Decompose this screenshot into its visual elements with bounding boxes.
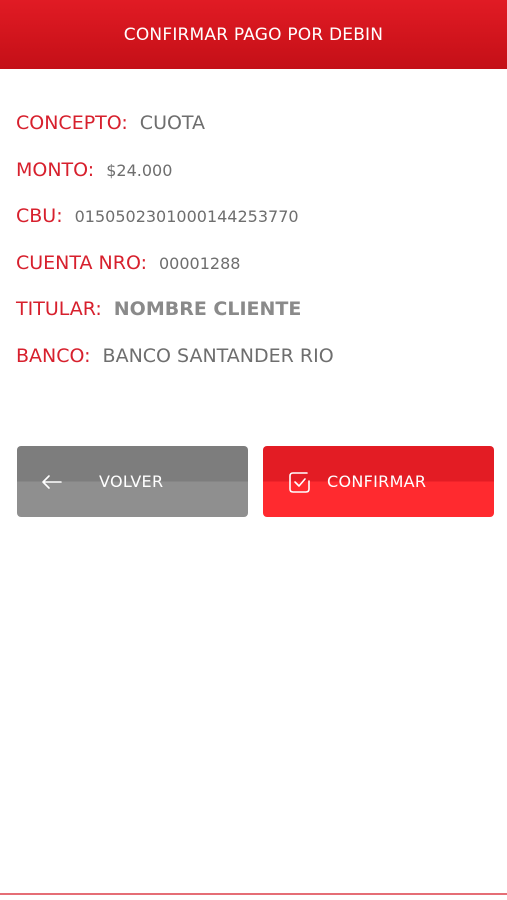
cbu-value: 0150502301000144253770 <box>74 207 299 226</box>
detail-row-concepto: CONCEPTO: CUOTA <box>16 112 496 159</box>
confirm-button-label: CONFIRMAR <box>327 472 427 491</box>
detail-row-titular: TITULAR: NOMBRE CLIENTE <box>16 298 496 345</box>
cuenta-label: CUENTA NRO: <box>16 251 147 274</box>
cbu-label: CBU: <box>16 205 63 227</box>
cuenta-value: 00001288 <box>159 253 241 273</box>
bottom-divider <box>0 893 507 895</box>
page-title: CONFIRMAR PAGO POR DEBIN <box>123 24 384 45</box>
arrow-left-icon <box>35 474 69 490</box>
banco-value: BANCO SANTANDER RIO <box>102 344 334 367</box>
monto-label: MONTO: <box>16 158 95 181</box>
confirm-debin-screen: CONFIRMAR PAGO POR DEBIN CONCEPTO: CUOTA… <box>0 0 507 900</box>
detail-row-banco: BANCO: BANCO SANTANDER RIO <box>16 345 496 392</box>
payment-details: CONCEPTO: CUOTA MONTO: $24.000 CBU: 0150… <box>16 112 496 391</box>
app-header: CONFIRMAR PAGO POR DEBIN <box>0 0 507 69</box>
back-button[interactable]: VOLVER <box>17 446 248 517</box>
titular-value: NOMBRE CLIENTE <box>113 298 302 320</box>
confirm-button[interactable]: CONFIRMAR <box>263 446 494 517</box>
banco-label: BANCO: <box>16 344 91 367</box>
titular-label: TITULAR: <box>16 298 102 320</box>
back-button-label: VOLVER <box>99 472 164 491</box>
monto-value: $24.000 <box>106 160 173 180</box>
checkbox-check-icon <box>283 469 317 495</box>
detail-row-monto: MONTO: $24.000 <box>16 159 496 206</box>
concepto-label: CONCEPTO: <box>16 112 128 134</box>
concepto-value: CUOTA <box>139 112 206 134</box>
detail-row-cuenta: CUENTA NRO: 00001288 <box>16 252 496 299</box>
detail-row-cbu: CBU: 0150502301000144253770 <box>16 205 496 252</box>
